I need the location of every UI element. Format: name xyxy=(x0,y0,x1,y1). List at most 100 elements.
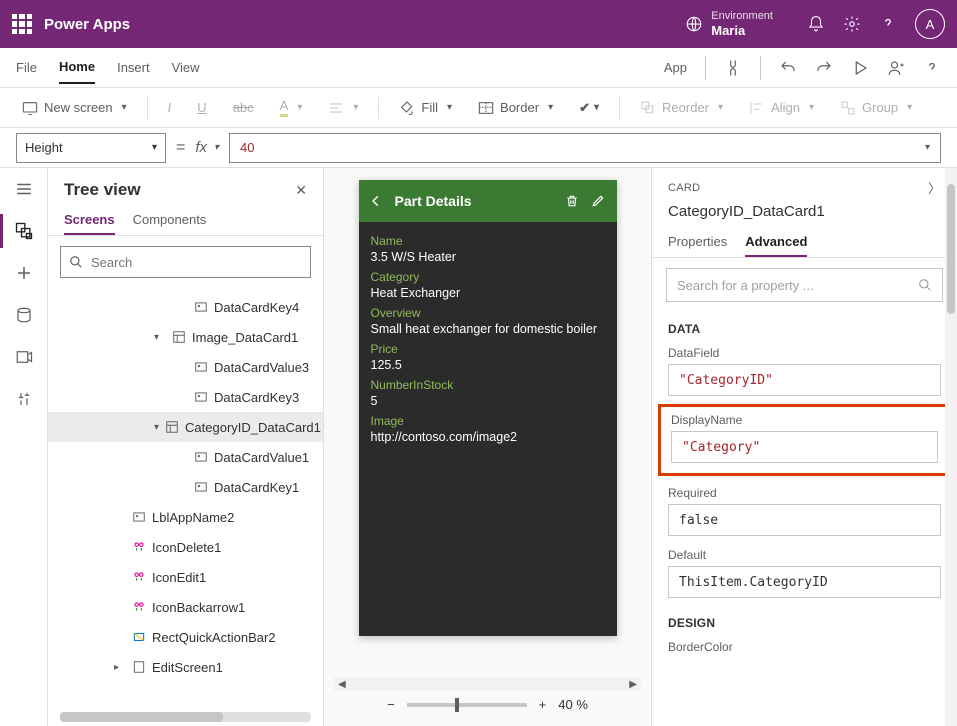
formula-bar: Height ▾ = fx▾ 40 ▾ xyxy=(0,128,957,168)
fill-button[interactable]: Fill▾ xyxy=(393,96,458,120)
card-vscroll[interactable] xyxy=(945,168,957,726)
datafield-input[interactable]: "CategoryID" xyxy=(668,364,941,396)
checker-icon[interactable] xyxy=(724,59,742,77)
menu-view[interactable]: View xyxy=(172,52,200,83)
tree-item[interactable]: DataCardValue3 xyxy=(48,352,323,382)
border-button[interactable]: Border▾ xyxy=(472,96,559,119)
formula-input[interactable]: 40 ▾ xyxy=(229,133,941,163)
tree-item[interactable]: IconBackarrow1 xyxy=(48,592,323,622)
tree-item-label: RectQuickActionBar2 xyxy=(152,630,276,645)
card-icon xyxy=(194,300,208,314)
back-icon[interactable] xyxy=(369,194,385,208)
hamburger-icon[interactable] xyxy=(13,178,35,200)
tree-item[interactable]: ▾CategoryID_DataCard1••• xyxy=(48,412,323,442)
user-avatar[interactable]: A xyxy=(915,9,945,39)
divider xyxy=(619,97,620,119)
tree-item[interactable]: IconDelete1 xyxy=(48,532,323,562)
notifications-icon[interactable] xyxy=(807,15,825,33)
undo-icon[interactable] xyxy=(779,59,797,77)
tree-search[interactable] xyxy=(60,246,311,278)
highlighted-property: DisplayName "Category" xyxy=(658,404,951,476)
left-rail xyxy=(0,168,48,726)
add-icon[interactable] xyxy=(13,262,35,284)
menu-app[interactable]: App xyxy=(664,52,687,83)
default-input[interactable]: ThisItem.CategoryID xyxy=(668,566,941,598)
tree-search-input[interactable] xyxy=(91,255,302,270)
tab-components[interactable]: Components xyxy=(133,206,207,235)
phone-preview[interactable]: Part Details Name3.5 W/S HeaterCategoryH… xyxy=(359,180,617,636)
tree-item-label: DataCardKey1 xyxy=(214,480,299,495)
delete-icon[interactable] xyxy=(565,194,581,208)
layout-icon xyxy=(165,420,179,434)
divider xyxy=(705,56,706,80)
tree-item-label: EditScreen1 xyxy=(152,660,223,675)
section-design: DESIGN xyxy=(652,606,957,636)
more-toolbar-icon[interactable]: ✔▾ xyxy=(573,96,605,120)
tree-list[interactable]: DataCardKey4▾Image_DataCard1DataCardValu… xyxy=(48,288,323,708)
tree-item[interactable]: IconEdit1 xyxy=(48,562,323,592)
share-icon[interactable] xyxy=(887,59,905,77)
top-header: Power Apps Environment Maria A xyxy=(0,0,957,48)
menu-home[interactable]: Home xyxy=(59,51,95,84)
tree-item[interactable]: DataCardKey3 xyxy=(48,382,323,412)
property-selector[interactable]: Height ▾ xyxy=(16,133,166,163)
search-icon xyxy=(918,278,932,292)
play-icon[interactable] xyxy=(851,59,869,77)
strike-icon: abc xyxy=(227,96,260,119)
required-input[interactable]: false xyxy=(668,504,941,536)
redo-icon[interactable] xyxy=(815,59,833,77)
card-icon xyxy=(194,360,208,374)
tree-view-panel: Tree view ✕ Screens Components DataCardK… xyxy=(48,168,324,726)
underline-icon: U xyxy=(191,96,212,119)
tools-icon[interactable] xyxy=(13,388,35,410)
environment-selector[interactable]: Environment Maria xyxy=(673,10,785,39)
zoom-in-icon[interactable]: + xyxy=(539,697,547,712)
tree-item[interactable]: DataCardKey4 xyxy=(48,292,323,322)
field-value: http://contoso.com/image2 xyxy=(371,430,605,444)
help-icon[interactable] xyxy=(879,15,897,33)
tree-item[interactable]: LblAppName2 xyxy=(48,502,323,532)
tree-hscroll[interactable] xyxy=(60,712,311,722)
canvas-hscroll[interactable]: ◀ ▶ xyxy=(334,677,641,691)
tree-item[interactable]: DataCardKey1 xyxy=(48,472,323,502)
tree-item[interactable]: ▾Image_DataCard1 xyxy=(48,322,323,352)
divider xyxy=(147,97,148,119)
caret-right-icon[interactable]: ▸ xyxy=(114,662,126,673)
help2-icon[interactable] xyxy=(923,59,941,77)
font-color-icon: A▾ xyxy=(274,94,309,121)
app-launcher-icon[interactable] xyxy=(12,14,32,34)
edit-icon[interactable] xyxy=(591,194,607,208)
caret-down-icon[interactable]: ▾ xyxy=(154,332,166,343)
tree-item[interactable]: DataCardValue1 xyxy=(48,442,323,472)
align-icon: ▾ xyxy=(322,97,364,119)
screen-icon xyxy=(132,660,146,674)
fx-button[interactable]: fx▾ xyxy=(195,139,219,156)
close-icon[interactable]: ✕ xyxy=(295,182,307,199)
chevron-right-icon[interactable]: 〉 xyxy=(928,178,941,197)
zoom-slider[interactable] xyxy=(407,703,527,707)
tree-item[interactable]: ▸ EditScreen1 xyxy=(48,652,323,682)
property-search[interactable]: Search for a property ... xyxy=(666,268,943,302)
caret-down-icon[interactable]: ▾ xyxy=(154,422,159,433)
zoom-out-icon[interactable]: − xyxy=(387,697,395,712)
chevron-down-icon[interactable]: ▾ xyxy=(925,142,930,153)
media-icon[interactable] xyxy=(13,346,35,368)
tab-advanced[interactable]: Advanced xyxy=(745,228,807,257)
tab-properties[interactable]: Properties xyxy=(668,228,727,257)
tree-item[interactable]: RectQuickActionBar2 xyxy=(48,622,323,652)
settings-icon[interactable] xyxy=(843,15,861,33)
data-icon[interactable] xyxy=(13,304,35,326)
tree-view-icon[interactable] xyxy=(13,220,35,242)
italic-icon: I xyxy=(162,96,178,119)
tab-screens[interactable]: Screens xyxy=(64,206,115,235)
field-label: NumberInStock xyxy=(371,378,605,392)
displayname-input[interactable]: "Category" xyxy=(671,431,938,463)
menu-insert[interactable]: Insert xyxy=(117,52,150,83)
layout-icon xyxy=(172,330,186,344)
env-label: Environment xyxy=(711,10,773,23)
tree-item-label: DataCardKey3 xyxy=(214,390,299,405)
preview-header: Part Details xyxy=(359,180,617,222)
new-screen-button[interactable]: New screen ▾ xyxy=(16,96,133,119)
zoom-percent: 40 % xyxy=(558,697,588,712)
menu-file[interactable]: File xyxy=(16,52,37,83)
